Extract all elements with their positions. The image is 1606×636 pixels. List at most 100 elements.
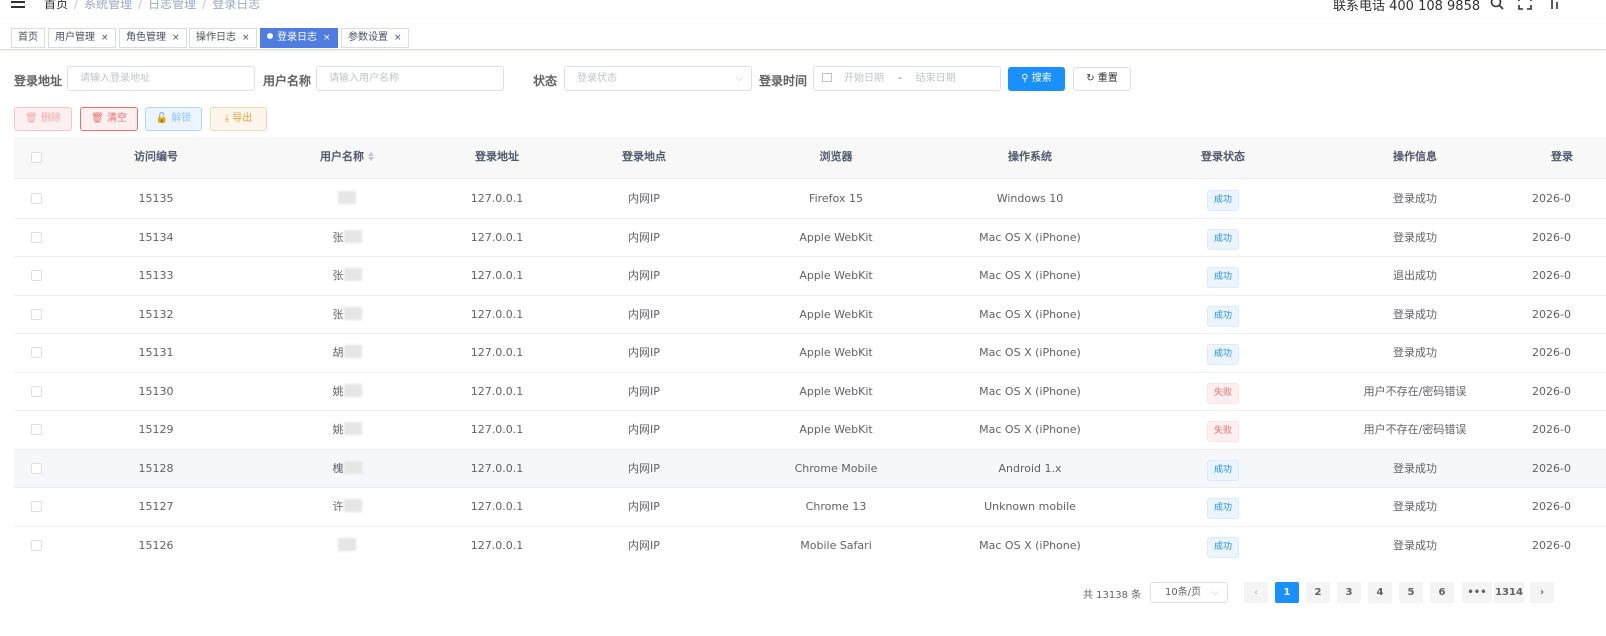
cell-user: 张 [287,296,407,334]
address-input[interactable]: 请输入登录地址 [67,66,255,91]
status-badge: 成功 [1206,190,1239,211]
select-all-checkbox[interactable] [31,152,42,163]
status-select[interactable]: 登录状态 ⌵ [564,66,752,91]
table-row[interactable]: 15132 张 127.0.0.1 内网IP Apple WebKit Mac OS X … [14,295,1606,334]
cell-status: 成功 [1163,527,1283,565]
row-checkbox[interactable] [31,308,42,320]
close-icon[interactable]: × [242,33,250,43]
font-size-icon[interactable] [1546,0,1562,12]
status-placeholder: 登录状态 [577,73,617,84]
date-range-picker[interactable]: 开始日期 - 结束日期 [813,66,1001,91]
close-icon[interactable]: × [172,33,180,43]
table-row[interactable]: 15129 姚 127.0.0.1 内网IP Apple WebKit Mac OS X … [14,411,1606,450]
status-badge: 成功 [1206,305,1239,327]
cell-msg: 登录成功 [1393,346,1437,359]
close-icon[interactable]: × [323,33,331,43]
tag-login-log[interactable]: 登录日志 × [260,28,338,48]
table-row[interactable]: 15133 张 127.0.0.1 内网IP Apple WebKit Mac OS X … [14,257,1606,296]
page-button[interactable]: 2 [1306,582,1330,603]
tag-user-management[interactable]: 用户管理 × [48,28,116,48]
cell-msg: 登录成功 [1393,538,1437,552]
page-button[interactable]: 3 [1337,582,1361,603]
tag-label: 登录日志 [277,32,317,43]
status-badge: 成功 [1206,536,1239,558]
table-row[interactable]: 15135 127.0.0.1 内网IP Firefox 15 Windows 10 成功… [14,180,1606,219]
redacted-name [338,191,356,204]
close-icon[interactable]: × [101,33,109,43]
fullscreen-icon[interactable] [1518,0,1534,12]
table-row[interactable]: 15134 张 127.0.0.1 内网IP Apple WebKit Mac OS X … [14,218,1606,257]
next-page-button[interactable]: › [1530,582,1554,603]
column-header: 登录地点 [622,150,666,163]
column-header: 登录状态 [1201,150,1245,163]
unlock-button[interactable]: 🔓 解锁 [145,107,202,131]
row-checkbox[interactable] [31,385,42,397]
cell-os: Mac OS X (iPhone) [979,346,1081,359]
clear-button[interactable]: 🗑 清空 [80,107,138,131]
cell-id: 15130 [138,384,174,398]
redacted-name [343,229,362,243]
cell-ip: 127.0.0.1 [470,538,524,552]
delete-button[interactable]: 🗑 删除 [14,107,72,131]
cell-browser: Mobile Safari [800,538,872,552]
row-checkbox[interactable] [31,347,42,358]
column-header: 操作系统 [1008,150,1052,163]
status-badge: 失败 [1206,382,1239,404]
cell-status: 失败 [1163,373,1283,411]
search-button[interactable]: ⚲ 搜索 [1008,67,1065,91]
close-icon[interactable]: × [394,33,402,43]
row-checkbox[interactable] [31,231,42,243]
table-row[interactable]: 15130 姚 127.0.0.1 内网IP Apple WebKit Mac OS X … [14,372,1606,411]
page-button[interactable]: 1314 [1494,582,1524,603]
row-checkbox[interactable] [31,193,42,204]
page-size-select[interactable]: 10条/页 ⌵ [1150,582,1228,603]
tag-role-management[interactable]: 角色管理 × [119,28,187,48]
breadcrumb-item[interactable]: 首页 [44,0,68,11]
row-checkbox[interactable] [31,539,42,551]
pagination-total: 共 13138 条 [1083,590,1142,601]
table-header: 访问编号 用户名称 登录地址 登录地点 浏览器 操作系统 登录状态 操作信息 登… [14,137,1606,179]
page-button[interactable]: 6 [1430,582,1454,603]
calendar-icon [822,73,832,82]
page-button[interactable]: 4 [1368,582,1392,603]
export-button[interactable]: ⤓ 导出 [210,107,267,131]
cell-status: 成功 [1163,450,1283,488]
page-button[interactable]: 5 [1399,582,1423,603]
row-checkbox[interactable] [31,424,42,435]
tag-parameter-settings[interactable]: 参数设置 × [341,28,409,48]
page-button[interactable]: 1 [1275,582,1299,603]
hamburger-icon[interactable] [11,0,25,10]
navbar: 首页 / 系统管理 / 日志管理 / 登录日志 联系电话 400 108 9858 [0,0,1606,22]
tag-operation-log[interactable]: 操作日志 × [189,28,257,48]
status-badge: 成功 [1206,344,1239,365]
table-row[interactable]: 15131 胡 127.0.0.1 内网IP Apple WebKit Mac OS X … [14,334,1606,373]
trash-icon: 🗑 [91,113,107,124]
column-header-username[interactable]: 用户名称 [287,137,407,179]
tag-home[interactable]: 首页 [11,28,45,48]
cell-msg: 退出成功 [1393,269,1437,282]
row-checkbox[interactable] [31,270,42,281]
cell-time: 2026-0 [1532,500,1571,513]
redacted-name [343,306,362,320]
cell-time: 2026-0 [1532,269,1571,282]
cell-browser: Chrome 13 [805,500,867,513]
username-input[interactable]: 请输入用户名称 [316,66,504,91]
cell-os: Android 1.x [998,461,1062,475]
sort-icon[interactable] [368,152,374,161]
column-header: 操作信息 [1393,150,1437,163]
search-icon[interactable] [1490,0,1506,12]
cell-location: 内网IP [628,269,660,282]
reset-button[interactable]: ↻ 重置 [1073,67,1131,91]
table-row[interactable]: 15126 127.0.0.1 内网IP Mobile Safari Mac OS X … [14,526,1606,565]
cell-id: 15129 [138,423,174,436]
row-checkbox[interactable] [31,501,42,512]
cell-browser: Apple WebKit [799,269,873,282]
cell-msg: 登录成功 [1393,307,1437,321]
prev-page-button[interactable]: ‹ [1244,582,1268,603]
row-checkbox[interactable] [31,462,42,474]
more-pages-button[interactable]: ••• [1462,582,1492,603]
table-row[interactable]: 15127 许 127.0.0.1 内网IP Chrome 13 Unknown mobi… [14,488,1606,527]
table-row[interactable]: 15128 槐 127.0.0.1 内网IP Chrome Mobile Android … [14,449,1606,488]
search-icon: ⚲ [1021,73,1032,84]
cell-location: 内网IP [628,192,660,205]
